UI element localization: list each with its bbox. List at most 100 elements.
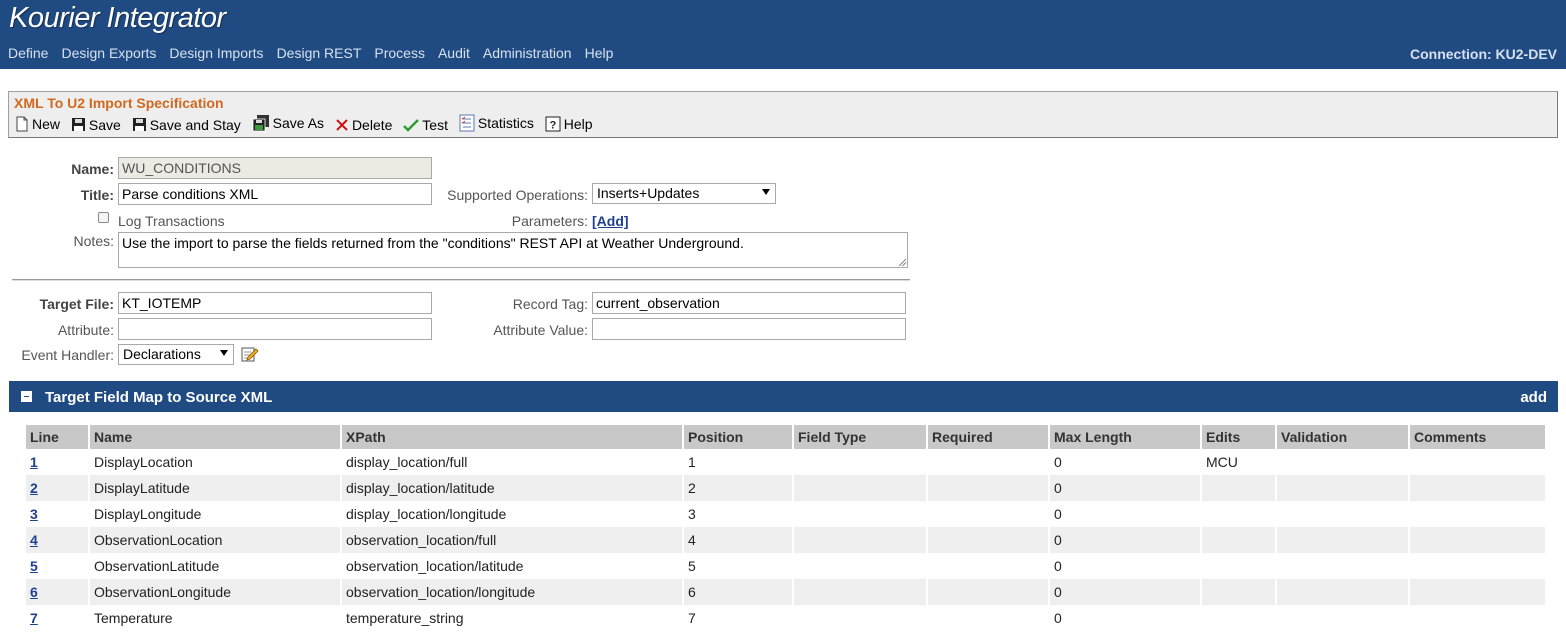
cell-max-length: 0 bbox=[1054, 610, 1062, 626]
line-link[interactable]: 5 bbox=[30, 558, 38, 574]
record-tag-label: Record Tag: bbox=[512, 296, 588, 312]
col-name[interactable]: Name bbox=[90, 425, 340, 449]
nav-design-exports[interactable]: Design Exports bbox=[61, 45, 156, 61]
line-link[interactable]: 6 bbox=[30, 584, 38, 600]
col-max-length[interactable]: Max Length bbox=[1050, 425, 1200, 449]
cell-name: Temperature bbox=[94, 610, 173, 626]
svg-text:?: ? bbox=[549, 120, 556, 132]
event-handler-select[interactable]: Declarations bbox=[118, 344, 234, 365]
cell-edits: MCU bbox=[1206, 454, 1238, 470]
attribute-label: Attribute: bbox=[57, 322, 114, 338]
col-comments[interactable]: Comments bbox=[1410, 425, 1545, 449]
notes-textarea[interactable]: Use the import to parse the fields retur… bbox=[118, 232, 908, 268]
section-title: Target Field Map to Source XML bbox=[45, 389, 273, 406]
cell-field-type bbox=[794, 475, 926, 501]
cell-edits bbox=[1202, 527, 1275, 553]
test-button[interactable]: Test bbox=[403, 117, 448, 133]
cell-xpath: observation_location/latitude bbox=[346, 558, 524, 574]
col-edits[interactable]: Edits bbox=[1202, 425, 1275, 449]
cell-required bbox=[928, 527, 1048, 553]
attribute-value-field[interactable] bbox=[592, 318, 906, 340]
dropdown-arrow-icon bbox=[220, 350, 228, 356]
line-link[interactable]: 4 bbox=[30, 532, 38, 548]
cell-validation bbox=[1277, 527, 1408, 553]
cell-validation bbox=[1277, 553, 1408, 579]
line-link[interactable]: 2 bbox=[30, 480, 38, 496]
table-header-row: Line Name XPath Position Field Type Requ… bbox=[26, 425, 1545, 449]
cell-comments bbox=[1410, 527, 1545, 553]
event-handler-value: Declarations bbox=[123, 346, 201, 362]
col-required[interactable]: Required bbox=[928, 425, 1048, 449]
col-line[interactable]: Line bbox=[26, 425, 88, 449]
log-transactions-checkbox[interactable] bbox=[98, 212, 109, 223]
col-field-type[interactable]: Field Type bbox=[794, 425, 926, 449]
app-header: Kourier Integrator Define Design Exports D… bbox=[0, 0, 1566, 69]
save-as-button[interactable]: Save As bbox=[252, 114, 324, 132]
record-tag-field[interactable]: current_observation bbox=[592, 292, 906, 314]
save-stay-icon bbox=[132, 118, 146, 131]
cell-required bbox=[928, 553, 1048, 579]
nav-administration[interactable]: Administration bbox=[483, 45, 572, 61]
collapse-icon[interactable] bbox=[21, 391, 32, 402]
cell-comments bbox=[1410, 475, 1545, 501]
edit-handler-icon[interactable] bbox=[241, 345, 259, 363]
cell-name: ObservationLongitude bbox=[90, 579, 340, 605]
parameters-add-link[interactable]: [Add] bbox=[592, 213, 629, 229]
cell-xpath: display_location/latitude bbox=[342, 475, 682, 501]
save-and-stay-button[interactable]: Save and Stay bbox=[132, 117, 241, 133]
help-button[interactable]: ? Help bbox=[545, 116, 593, 132]
delete-button[interactable]: Delete bbox=[335, 117, 392, 133]
nav-design-imports[interactable]: Design Imports bbox=[169, 45, 263, 61]
save-button[interactable]: Save bbox=[71, 117, 121, 133]
nav-design-rest[interactable]: Design REST bbox=[277, 45, 362, 61]
statistics-icon bbox=[459, 114, 475, 132]
line-link[interactable]: 1 bbox=[30, 454, 38, 470]
app-title: Kourier Integrator bbox=[9, 2, 226, 34]
statistics-button[interactable]: Statistics bbox=[459, 114, 534, 132]
toolbar: New Save Save and Stay Save As Delete Te… bbox=[15, 114, 600, 134]
cell-edits bbox=[1202, 501, 1275, 527]
cell-max-length: 0 bbox=[1050, 475, 1200, 501]
attribute-field[interactable] bbox=[118, 318, 432, 340]
col-position[interactable]: Position bbox=[684, 425, 792, 449]
cell-name: ObservationLocation bbox=[90, 527, 340, 553]
cell-validation bbox=[1277, 501, 1408, 527]
new-button[interactable]: New bbox=[15, 116, 60, 132]
cell-xpath: observation_location/longitude bbox=[342, 579, 682, 605]
nav-process[interactable]: Process bbox=[374, 45, 425, 61]
cell-position: 6 bbox=[684, 579, 792, 605]
log-transactions-label: Log Transactions bbox=[118, 213, 225, 229]
delete-label: Delete bbox=[351, 117, 393, 133]
supported-operations-value: Inserts+Updates bbox=[597, 185, 700, 201]
nav-audit[interactable]: Audit bbox=[438, 45, 470, 61]
table-row: 2 DisplayLatitude display_location/latit… bbox=[26, 475, 1545, 501]
supported-operations-select[interactable]: Inserts+Updates bbox=[592, 183, 776, 204]
cell-required bbox=[928, 605, 1048, 631]
supported-operations-label: Supported Operations: bbox=[447, 187, 588, 203]
cell-field-type bbox=[794, 527, 926, 553]
title-field[interactable]: Parse conditions XML bbox=[118, 183, 432, 205]
col-validation[interactable]: Validation bbox=[1277, 425, 1408, 449]
name-label: Name: bbox=[71, 161, 114, 177]
nav-define[interactable]: Define bbox=[8, 45, 48, 61]
add-field-link[interactable]: add bbox=[1520, 389, 1547, 406]
cell-validation bbox=[1277, 449, 1408, 475]
col-xpath[interactable]: XPath bbox=[342, 425, 682, 449]
target-file-field[interactable]: KT_IOTEMP bbox=[118, 292, 432, 314]
cell-required bbox=[928, 501, 1048, 527]
name-field[interactable]: WU_CONDITIONS bbox=[118, 157, 432, 179]
dropdown-arrow-icon bbox=[762, 189, 770, 195]
resize-grip-icon[interactable] bbox=[899, 259, 906, 266]
nav-help[interactable]: Help bbox=[585, 45, 614, 61]
line-link[interactable]: 3 bbox=[30, 506, 38, 522]
line-link[interactable]: 7 bbox=[30, 610, 38, 626]
save-stay-label: Save and Stay bbox=[149, 116, 241, 133]
notes-text: Use the import to parse the fields retur… bbox=[122, 235, 744, 251]
connection-status: Connection: KU2-DEV bbox=[1410, 46, 1557, 62]
spec-toolbar-panel: XML To U2 Import Specification New Save … bbox=[8, 91, 1558, 138]
cell-edits bbox=[1202, 553, 1275, 579]
table-row: 7 Temperature temperature_string 7 0 bbox=[26, 605, 1545, 631]
attribute-value-label: Attribute Value: bbox=[493, 322, 588, 338]
cell-name: DisplayLongitude bbox=[94, 506, 202, 522]
table-row: 4 ObservationLocation observation_locati… bbox=[26, 527, 1545, 553]
